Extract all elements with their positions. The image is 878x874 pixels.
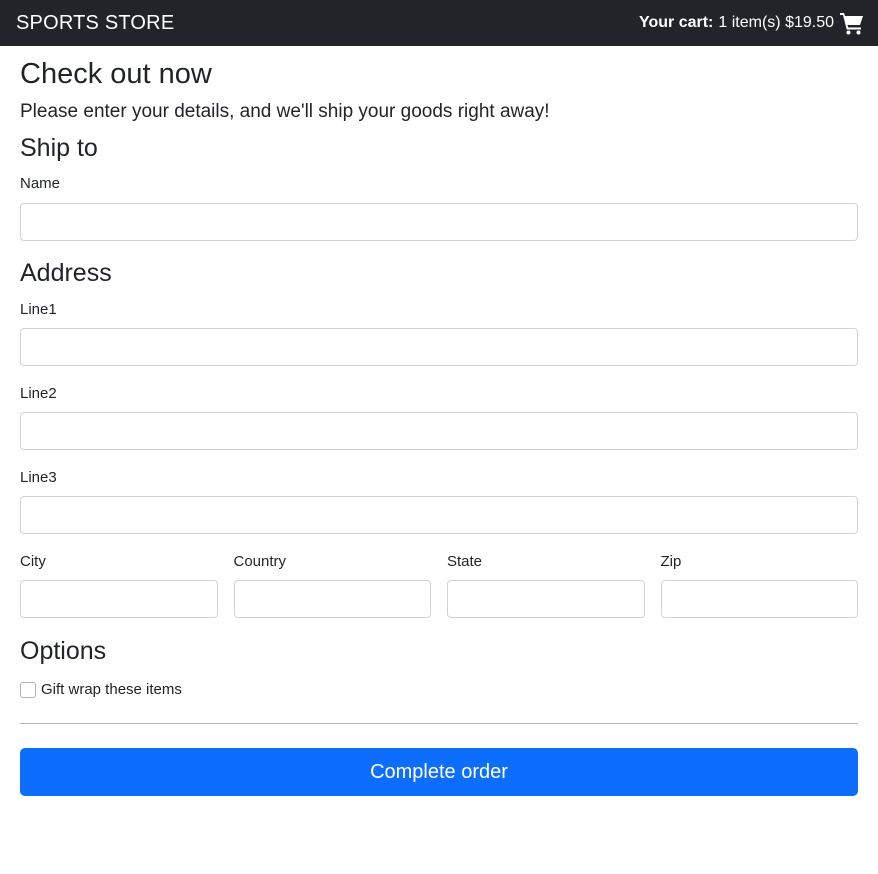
brand-link[interactable]: SPORTS STORE	[16, 12, 174, 35]
shopping-cart-icon[interactable]	[839, 11, 864, 35]
checkout-form: Check out now Please enter your details,…	[20, 46, 858, 796]
city-label: City	[20, 553, 46, 570]
city-field[interactable]	[20, 580, 218, 618]
line2-label: Line2	[20, 385, 57, 402]
complete-order-button[interactable]: Complete order	[20, 748, 858, 796]
page-title: Check out now	[20, 58, 212, 90]
address-heading: Address	[20, 259, 112, 287]
location-row: City Country State Zip	[20, 552, 858, 618]
name-label: Name	[20, 175, 61, 192]
ship-to-heading: Ship to	[20, 134, 98, 162]
name-field[interactable]	[20, 203, 858, 241]
line3-label: Line3	[20, 469, 57, 486]
country-group: Country	[233, 552, 431, 618]
giftwrap-option: Gift wrap these items	[20, 681, 858, 698]
zip-field[interactable]	[660, 580, 858, 618]
cart-summary[interactable]: Your cart: 1 item(s) $19.50	[639, 11, 864, 35]
form-divider	[20, 723, 858, 724]
line1-field[interactable]	[20, 328, 858, 366]
line1-label: Line1	[20, 301, 57, 318]
cart-summary-text: 1 item(s) $19.50	[718, 14, 834, 31]
line3-field[interactable]	[20, 496, 858, 534]
zip-group: Zip	[660, 552, 858, 618]
options-heading: Options	[20, 637, 107, 665]
giftwrap-label[interactable]: Gift wrap these items	[41, 681, 182, 698]
zip-label: Zip	[660, 553, 682, 570]
top-navbar: SPORTS STORE Your cart: 1 item(s) $19.50	[0, 0, 878, 46]
country-field[interactable]	[233, 580, 431, 618]
state-group: State	[447, 552, 645, 618]
cart-label: Your cart:	[639, 14, 714, 31]
city-group: City	[20, 552, 218, 618]
state-label: State	[447, 553, 483, 570]
giftwrap-checkbox[interactable]	[20, 681, 36, 698]
line2-field[interactable]	[20, 412, 858, 450]
country-label: Country	[233, 553, 287, 570]
page-lead: Please enter your details, and we'll shi…	[20, 101, 550, 122]
state-field[interactable]	[447, 580, 645, 618]
